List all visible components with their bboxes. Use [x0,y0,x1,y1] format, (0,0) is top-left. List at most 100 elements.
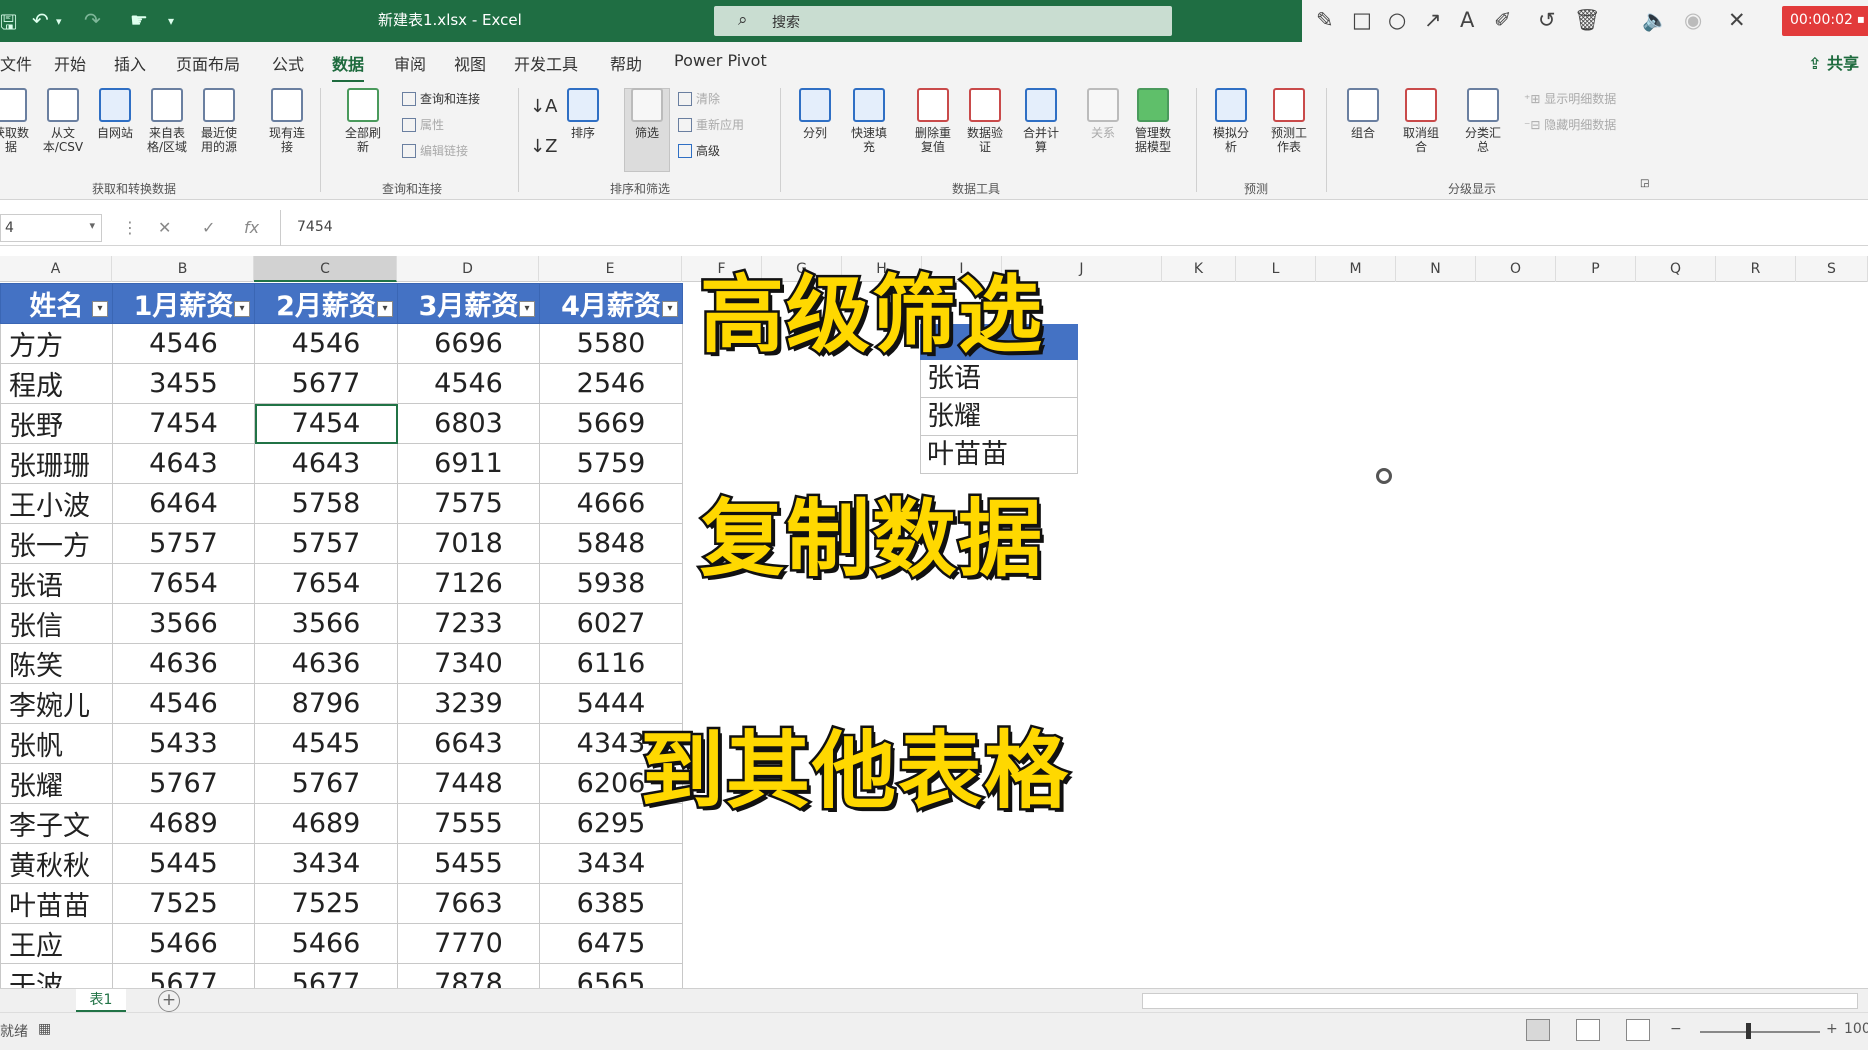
salary-cell[interactable]: 5848 [539,523,683,564]
manage-data-model-button[interactable]: 管理数据模型 [1130,88,1176,154]
remove-duplicates-button[interactable]: 删除重复值 [910,88,956,154]
relationships-button[interactable]: 关系 [1080,88,1126,140]
undo-annotation-icon[interactable]: ↺ [1538,8,1556,32]
text-to-columns-button[interactable]: 分列 [792,88,838,140]
salary-cell[interactable]: 5669 [539,403,683,444]
reapply-button[interactable]: 重新应用 [678,116,744,133]
tab-view[interactable]: 视图 [454,51,486,75]
salary-cell[interactable]: 6475 [539,923,683,964]
name-cell[interactable]: 张帆 [0,723,113,764]
salary-cell[interactable]: 4643 [112,443,255,484]
name-cell[interactable]: 李婉儿 [0,683,113,724]
advanced-filter-button[interactable]: 高级 [678,142,720,159]
salary-cell[interactable]: 4636 [254,643,398,684]
salary-cell[interactable]: 7233 [397,603,540,644]
salary-cell[interactable]: 5445 [112,843,255,884]
edit-links-button[interactable]: 编辑链接 [402,142,468,159]
name-cell[interactable]: 王小波 [0,483,113,524]
camera-icon[interactable]: ◉ [1684,8,1702,32]
name-cell[interactable]: 张耀 [0,763,113,804]
salary-cell[interactable]: 6696 [397,323,540,364]
salary-cell[interactable]: 5767 [254,763,398,804]
zoom-in-icon[interactable]: + [1826,1021,1838,1037]
table-header-cell[interactable]: 4月薪资 ▾ [539,283,683,324]
salary-cell[interactable]: 3566 [254,603,398,644]
salary-cell[interactable]: 5455 [397,843,540,884]
data-validation-button[interactable]: 数据验证 [962,88,1008,154]
salary-cell[interactable]: 4546 [397,363,540,404]
salary-cell[interactable]: 6385 [539,883,683,924]
salary-cell[interactable]: 7525 [112,883,255,924]
share-button[interactable]: ⇪ 共享 [1808,50,1859,74]
salary-cell[interactable]: 5759 [539,443,683,484]
search-input[interactable]: ⌕ 搜索 [714,6,1172,36]
salary-cell[interactable]: 5580 [539,323,683,364]
name-cell[interactable]: 黄秋秋 [0,843,113,884]
salary-cell[interactable]: 3434 [254,843,398,884]
subtotal-button[interactable]: 分类汇总 [1460,88,1506,154]
hide-detail-button[interactable]: ⁻⊟ 隐藏明细数据 [1524,116,1616,133]
from-csv-button[interactable]: 从文本/CSV [40,88,86,154]
salary-cell[interactable]: 5938 [539,563,683,604]
text-icon[interactable]: A [1460,8,1474,32]
chevron-down-icon[interactable]: ▾ [56,15,62,28]
sort-ascending-icon[interactable]: ↓A [530,96,557,117]
close-icon[interactable]: ✕ [1728,8,1746,32]
from-web-button[interactable]: 自网站 [92,88,138,140]
salary-cell[interactable]: 7018 [397,523,540,564]
salary-cell[interactable]: 7525 [254,883,398,924]
salary-cell[interactable]: 5677 [254,363,398,404]
criteria-cell[interactable]: 张耀 [920,398,1078,436]
salary-cell[interactable]: 7770 [397,923,540,964]
column-header-d[interactable]: D [397,256,539,282]
filter-dropdown-icon[interactable]: ▾ [92,301,108,317]
filter-dropdown-icon[interactable]: ▾ [377,301,393,317]
salary-cell[interactable]: 3434 [539,843,683,884]
horizontal-scrollbar[interactable] [1142,993,1858,1009]
add-sheet-button[interactable]: + [158,990,180,1012]
salary-cell[interactable]: 7454 [254,403,398,444]
eraser-icon[interactable]: ✐ [1494,8,1512,32]
save-icon[interactable]: 🖫 [0,8,17,42]
salary-cell[interactable]: 5758 [254,483,398,524]
dialog-launcher-icon[interactable]: ◲ [1640,178,1649,189]
clear-filter-button[interactable]: 清除 [678,90,720,107]
page-break-view-button[interactable] [1626,1019,1650,1041]
salary-cell[interactable]: 7454 [112,403,255,444]
arrow-icon[interactable]: ↗ [1424,8,1442,32]
column-header-m[interactable]: M [1316,256,1396,282]
salary-cell[interactable]: 8796 [254,683,398,724]
column-header-s[interactable]: S [1796,256,1868,282]
name-cell[interactable]: 张一方 [0,523,113,564]
column-header-k[interactable]: K [1162,256,1236,282]
salary-cell[interactable]: 7663 [397,883,540,924]
table-header-cell[interactable]: 姓名 ▾ [0,283,113,324]
what-if-analysis-button[interactable]: 模拟分析 [1208,88,1254,154]
salary-cell[interactable]: 3239 [397,683,540,724]
name-cell[interactable]: 张语 [0,563,113,604]
tab-help[interactable]: 帮助 [610,51,642,75]
salary-cell[interactable]: 4643 [254,443,398,484]
salary-cell[interactable]: 4546 [112,683,255,724]
filter-dropdown-icon[interactable]: ▾ [234,301,250,317]
column-header-o[interactable]: O [1476,256,1556,282]
formula-input[interactable]: 7454 [280,210,1868,246]
refresh-all-button[interactable]: 全部刷新 [340,88,386,154]
name-cell[interactable]: 于波 [0,963,113,989]
tab-developer[interactable]: 开发工具 [514,51,578,75]
table-header-cell[interactable]: 2月薪资 ▾ [254,283,398,324]
salary-cell[interactable]: 5767 [112,763,255,804]
recording-timer[interactable]: 00:00:02 ⏹ [1782,6,1868,36]
page-layout-view-button[interactable] [1576,1019,1600,1041]
salary-cell[interactable]: 7448 [397,763,540,804]
salary-cell[interactable]: 4666 [539,483,683,524]
name-cell[interactable]: 张野 [0,403,113,444]
normal-view-button[interactable] [1526,1019,1550,1041]
group-button[interactable]: 组合 [1340,88,1386,140]
salary-cell[interactable]: 5466 [254,923,398,964]
salary-cell[interactable]: 7654 [254,563,398,604]
consolidate-button[interactable]: 合并计算 [1018,88,1064,154]
salary-cell[interactable]: 4689 [254,803,398,844]
circle-icon[interactable]: ○ [1388,8,1406,32]
sort-button[interactable]: 排序 [560,88,606,140]
